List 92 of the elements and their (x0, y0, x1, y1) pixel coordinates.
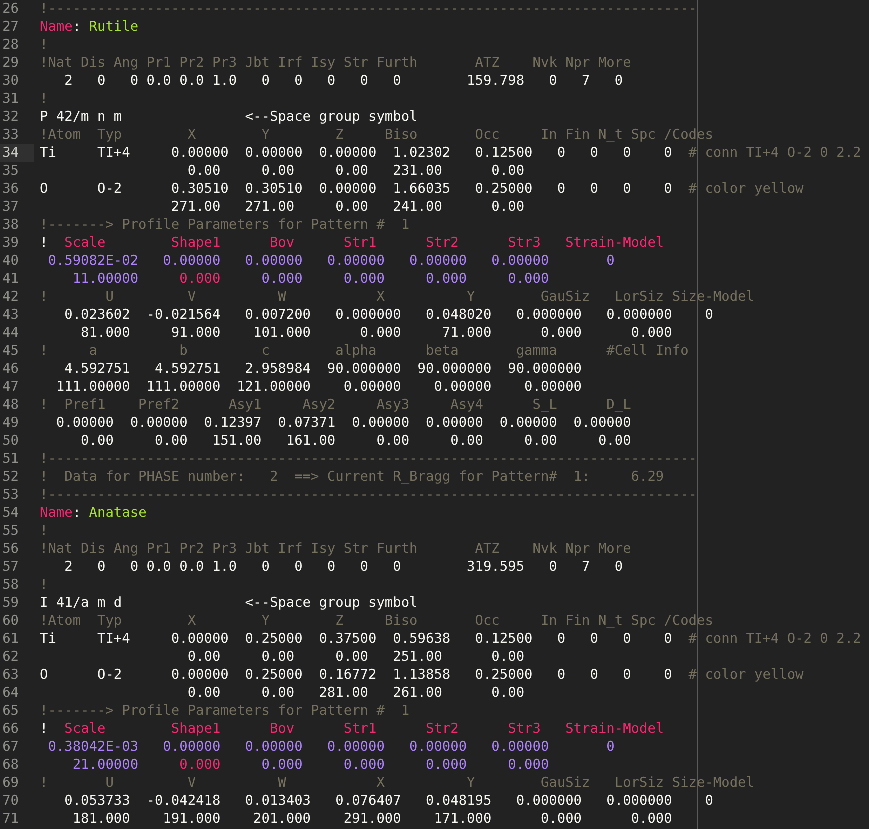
line-number: 41 (2, 270, 20, 288)
line-number: 31 (2, 90, 20, 108)
line-number: 27 (2, 18, 20, 36)
code-line: !------------------------------------------------------------------------------- (40, 0, 697, 18)
line-number: 61 (2, 630, 20, 648)
line-number: 29 (2, 54, 20, 72)
line-number: 47 (2, 378, 20, 396)
code-line: ! Scale Shape1 Bov Str1 Str2 Str3 Strain-Model (40, 234, 664, 252)
code-line: ! Pref1 Pref2 Asy1 Asy2 Asy3 Asy4 S_L D_L (40, 396, 632, 414)
line-number: 71 (2, 810, 20, 828)
code-line: Ti TI+4 0.00000 0.00000 0.00000 1.02302 0.12500 0 0 0 0 # conn TI+4 O-2 0 2.2 (40, 144, 862, 162)
line-number: 38 (2, 216, 20, 234)
line-number: 56 (2, 540, 20, 558)
line-number: 53 (2, 486, 20, 504)
code-line: !Atom Typ X Y Z Biso Occ In Fin N_t Spc /Codes (40, 126, 714, 144)
line-number: 30 (2, 72, 20, 90)
code-line: !Nat Dis Ang Pr1 Pr2 Pr3 Jbt Irf Isy Str Furth ATZ Nvk Npr More (40, 540, 632, 558)
code-line: 11.00000 0.000 0.000 0.000 0.000 0.000 (72, 270, 550, 288)
line-number: 57 (2, 558, 20, 576)
line-number: 64 (2, 684, 20, 702)
code-line: Name: Anatase (40, 504, 147, 522)
line-number: 43 (2, 306, 20, 324)
line-number: 44 (2, 324, 20, 342)
line-number: 33 (2, 126, 20, 144)
code-line: ! Data for PHASE number: 2 ==> Current R_Bragg for Pattern# 1: 6.29 (40, 468, 664, 486)
code-line: 0.59082E-02 0.00000 0.00000 0.00000 0.00000 0.00000 0 (47, 252, 615, 270)
code-line: !-------> Profile Parameters for Pattern # 1 (40, 216, 410, 234)
code-line: !-------> Profile Parameters for Pattern # 1 (40, 702, 410, 720)
line-number: 65 (2, 702, 20, 720)
code-line: ! (40, 576, 48, 594)
code-line: 2 0 0 0.0 0.0 1.0 0 0 0 0 0 159.798 0 7 0 (64, 72, 624, 90)
code-line: 0.00 0.00 0.00 251.00 0.00 (186, 648, 525, 666)
line-number: 28 (2, 36, 20, 54)
line-number: 54 (2, 504, 20, 522)
code-line: 0.053733 -0.042418 0.013403 0.076407 0.048195 0.000000 0.000000 0 (64, 792, 714, 810)
code-line: Ti TI+4 0.00000 0.25000 0.37500 0.59638 0.12500 0 0 0 0 # conn TI+4 O-2 0 2.2 (40, 630, 862, 648)
line-number: 62 (2, 648, 20, 666)
line-number: 49 (2, 414, 20, 432)
line-number: 50 (2, 432, 20, 450)
line-number: 60 (2, 612, 20, 630)
code-line: !Atom Typ X Y Z Biso Occ In Fin N_t Spc /Codes (40, 612, 714, 630)
code-line: 4.592751 4.592751 2.958984 90.000000 90.000000 90.000000 (64, 360, 582, 378)
line-number: 63 (2, 666, 20, 684)
code-line: O O-2 0.30510 0.30510 0.00000 1.66035 0.25000 0 0 0 0 # color yellow (40, 180, 804, 198)
code-line: ! (40, 36, 48, 54)
code-line: 0.00000 0.00000 0.12397 0.07371 0.00000 0.00000 0.00000 0.00000 (55, 414, 632, 432)
code-line: ! Scale Shape1 Bov Str1 Str2 Str3 Strain-Model (40, 720, 664, 738)
line-number: 37 (2, 198, 20, 216)
line-number: 70 (2, 792, 20, 810)
code-line: 81.000 91.000 101.000 0.000 71.000 0.000 0.000 (80, 324, 672, 342)
code-line: O O-2 0.00000 0.25000 0.16772 1.13858 0.25000 0 0 0 0 # color yellow (40, 666, 804, 684)
code-line: 0.023602 -0.021564 0.007200 0.000000 0.048020 0.000000 0.000000 0 (64, 306, 714, 324)
code-line: ! (40, 522, 48, 540)
code-line: ! (40, 90, 48, 108)
code-line: ! a b c alpha beta gamma #Cell Info (40, 342, 689, 360)
line-number: 48 (2, 396, 20, 414)
line-number: 67 (2, 738, 20, 756)
line-number: 40 (2, 252, 20, 270)
code-line: 111.00000 111.00000 121.00000 0.00000 0.00000 0.00000 (55, 378, 582, 396)
line-number: 26 (2, 0, 20, 18)
code-line: 271.00 271.00 0.00 241.00 0.00 (170, 198, 525, 216)
line-number: 51 (2, 450, 20, 468)
line-number: 66 (2, 720, 20, 738)
line-number: 34 (0, 144, 34, 162)
line-number: 32 (2, 108, 20, 126)
line-number: 69 (2, 774, 20, 792)
code-line: I 41/a m d <--Space group symbol (40, 594, 418, 612)
line-number: 45 (2, 342, 20, 360)
code-line: 181.000 191.000 201.000 291.000 171.000 0.000 0.000 (72, 810, 672, 828)
code-line: 0.38042E-03 0.00000 0.00000 0.00000 0.00000 0.00000 0 (47, 738, 615, 756)
code-line: 2 0 0 0.0 0.0 1.0 0 0 0 0 0 319.595 0 7 0 (64, 558, 624, 576)
code-line: 0.00 0.00 151.00 161.00 0.00 0.00 0.00 0.00 (80, 432, 632, 450)
line-number: 55 (2, 522, 20, 540)
line-number: 42 (2, 288, 20, 306)
line-number: 46 (2, 360, 20, 378)
code-line: !Nat Dis Ang Pr1 Pr2 Pr3 Jbt Irf Isy Str Furth ATZ Nvk Npr More (40, 54, 632, 72)
code-line: P 42/m n m <--Space group symbol (40, 108, 418, 126)
line-number: 58 (2, 576, 20, 594)
code-line: 0.00 0.00 281.00 261.00 0.00 (186, 684, 525, 702)
line-number: 68 (2, 756, 20, 774)
line-number: 59 (2, 594, 20, 612)
code-line: !------------------------------------------------------------------------------- (40, 486, 697, 504)
code-line: !------------------------------------------------------------------------------- (40, 450, 697, 468)
line-number: 52 (2, 468, 20, 486)
code-line: ! U V W X Y GauSiz LorSiz Size-Model (40, 774, 754, 792)
line-number: 36 (2, 180, 20, 198)
line-number: 39 (2, 234, 20, 252)
code-line: 21.00000 0.000 0.000 0.000 0.000 0.000 (72, 756, 550, 774)
line-number: 35 (2, 162, 20, 180)
code-line: ! U V W X Y GauSiz LorSiz Size-Model (40, 288, 754, 306)
code-line: Name: Rutile (40, 18, 139, 36)
code-line: 0.00 0.00 0.00 231.00 0.00 (186, 162, 525, 180)
